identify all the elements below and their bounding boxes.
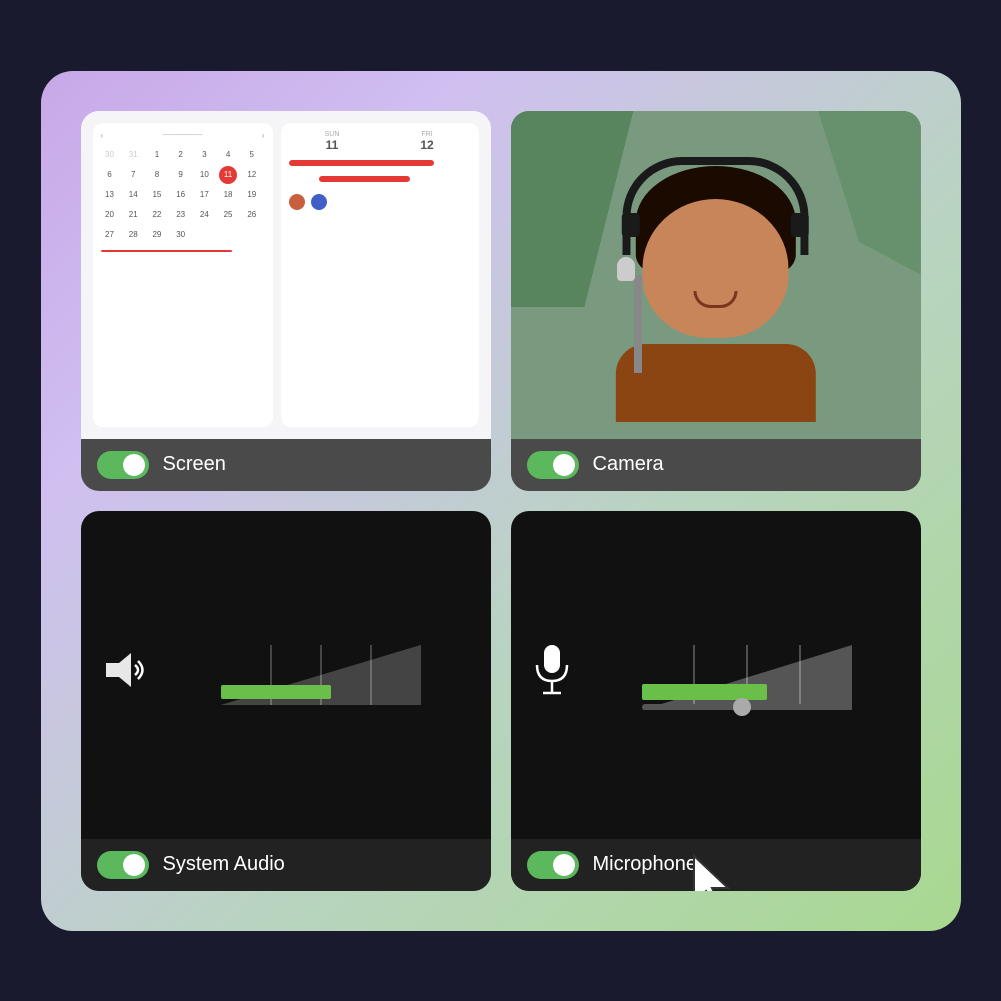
cursor-arrow-icon <box>686 851 741 891</box>
cal-cell: 30 <box>101 146 119 164</box>
audio-preview <box>81 511 491 839</box>
cal-cell: 4 <box>219 146 237 164</box>
mic-level-area <box>593 630 901 720</box>
cal-cell: 20 <box>101 206 119 224</box>
calendar-right: SUN 11 FRI 12 <box>281 123 479 427</box>
person-smile <box>694 291 738 308</box>
cal-cell: 31 <box>124 146 142 164</box>
cal-cell: 24 <box>195 206 213 224</box>
cal-event-2 <box>319 176 410 182</box>
headphone-ear-right <box>791 213 809 237</box>
cal-next[interactable]: › <box>262 131 265 140</box>
person-face <box>582 143 849 422</box>
screen-toggle-knob <box>123 454 145 476</box>
audio-toggle[interactable] <box>97 851 149 879</box>
camera-footer: Camera <box>511 439 921 491</box>
screen-card: ‹ ──────── › 30 31 1 2 3 4 5 6 7 8 <box>81 111 491 491</box>
cal-cell: 8 <box>148 166 166 184</box>
mic-icon-wrapper <box>531 643 573 706</box>
microphone-icon <box>531 643 573 701</box>
cal-cell: 10 <box>195 166 213 184</box>
audio-label: System Audio <box>163 853 285 876</box>
calendar-grid: 30 31 1 2 3 4 5 6 7 8 9 10 11 12 <box>101 146 265 244</box>
cal-col-2: FRI 12 <box>384 131 471 152</box>
cal-title: ──────── <box>163 132 203 139</box>
cal-cell: 9 <box>172 166 190 184</box>
cal-col-1: SUN 11 <box>289 131 376 152</box>
cal-cell: 12 <box>243 166 261 184</box>
camera-preview <box>511 111 921 439</box>
speaker-icon <box>101 645 151 704</box>
cal-cell: 22 <box>148 206 166 224</box>
audio-visualizer <box>81 511 491 839</box>
person-face-circle <box>642 199 789 338</box>
mic-preview <box>511 511 921 839</box>
screen-preview: ‹ ──────── › 30 31 1 2 3 4 5 6 7 8 <box>81 111 491 439</box>
cal-cell: 18 <box>219 186 237 204</box>
screen-footer: Screen <box>81 439 491 491</box>
cal-event-1 <box>289 160 435 166</box>
cal-cell: 15 <box>148 186 166 204</box>
camera-bg <box>511 111 921 439</box>
cal-cell: 1 <box>148 146 166 164</box>
cal-column-headers: SUN 11 FRI 12 <box>289 131 471 152</box>
audio-toggle-knob <box>123 854 145 876</box>
cal-avatars <box>289 194 471 210</box>
audio-meter-svg <box>171 635 471 715</box>
microphone-stand <box>634 275 642 373</box>
cal-cell: 5 <box>243 146 261 164</box>
cal-cell: 28 <box>124 226 142 244</box>
cal-cell: 23 <box>172 206 190 224</box>
cal-cell: 14 <box>124 186 142 204</box>
cal-cell: 30 <box>172 226 190 244</box>
mic-toggle-knob <box>553 854 575 876</box>
screen-label: Screen <box>163 453 226 476</box>
calendar-left: ‹ ──────── › 30 31 1 2 3 4 5 6 7 8 <box>93 123 273 427</box>
mic-label: Microphone <box>593 853 698 876</box>
cal-cell: 7 <box>124 166 142 184</box>
mic-meter-svg <box>593 630 901 720</box>
screen-toggle[interactable] <box>97 451 149 479</box>
system-audio-card: System Audio <box>81 511 491 891</box>
calendar-mockup: ‹ ──────── › 30 31 1 2 3 4 5 6 7 8 <box>81 111 491 439</box>
person-shoulders <box>616 344 816 422</box>
cal-cell: 21 <box>124 206 142 224</box>
cal-cell: 16 <box>172 186 190 204</box>
main-container: ‹ ──────── › 30 31 1 2 3 4 5 6 7 8 <box>41 71 961 931</box>
avatar-2 <box>311 194 327 210</box>
audio-level-meter <box>171 635 471 715</box>
cal-cell: 25 <box>219 206 237 224</box>
microphone-card: Microphone <box>511 511 921 891</box>
camera-toggle-knob <box>553 454 575 476</box>
cal-cell: 2 <box>172 146 190 164</box>
cal-cell: 6 <box>101 166 119 184</box>
cal-cell: 27 <box>101 226 119 244</box>
camera-card: Camera <box>511 111 921 491</box>
camera-toggle[interactable] <box>527 451 579 479</box>
cal-cell: 19 <box>243 186 261 204</box>
headphone-ear-left <box>622 213 640 237</box>
cal-prev[interactable]: ‹ <box>101 131 104 140</box>
audio-footer: System Audio <box>81 839 491 891</box>
camera-label: Camera <box>593 453 664 476</box>
cal-cell-today: 11 <box>219 166 237 184</box>
cal-cell: 3 <box>195 146 213 164</box>
cal-cell: 17 <box>195 186 213 204</box>
calendar-nav: ‹ ──────── › <box>101 131 265 140</box>
cal-cell: 13 <box>101 186 119 204</box>
cal-cell: 29 <box>148 226 166 244</box>
mic-visualizer <box>511 511 921 839</box>
avatar-1 <box>289 194 305 210</box>
cal-accent-bar <box>101 250 232 252</box>
mic-toggle[interactable] <box>527 851 579 879</box>
cal-cell: 26 <box>243 206 261 224</box>
microphone-head <box>617 257 635 281</box>
cursor <box>686 851 741 891</box>
